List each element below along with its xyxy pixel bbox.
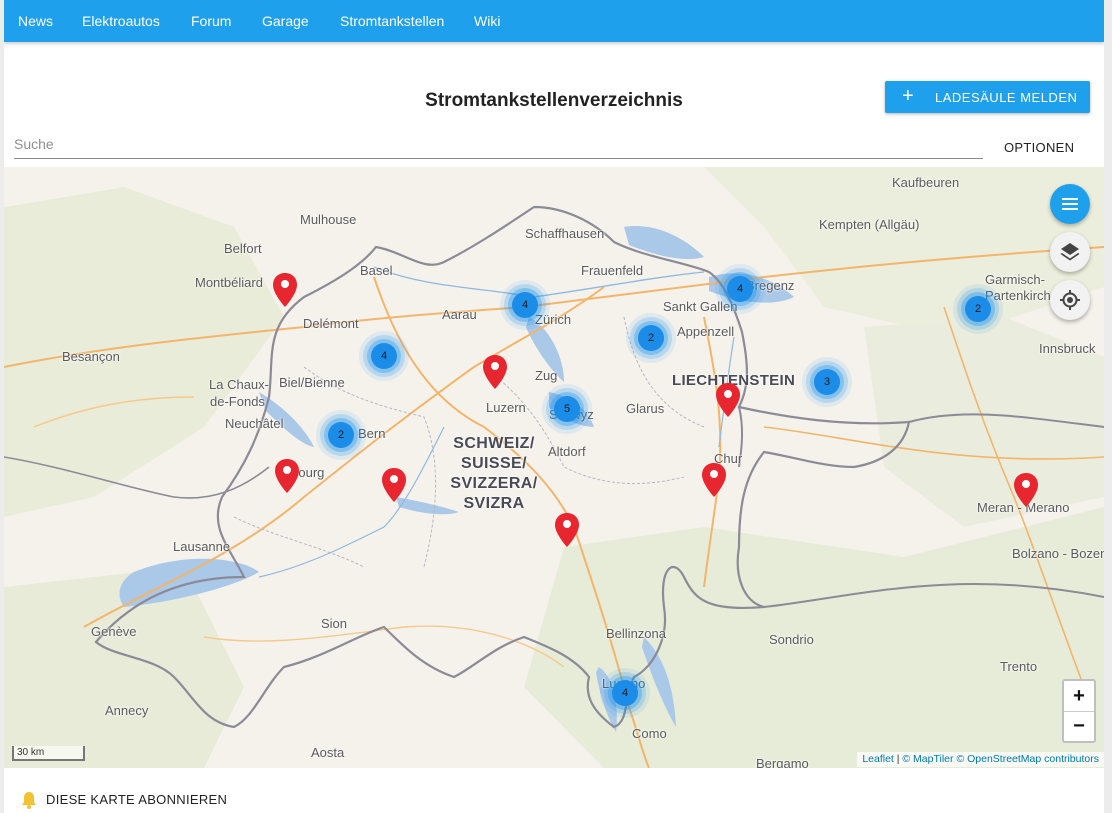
osm-link[interactable]: © OpenStreetMap contributors xyxy=(956,753,1099,765)
map-label-frauenfeld: Frauenfeld xyxy=(581,263,644,278)
map-label-aosta: Aosta xyxy=(311,745,345,760)
map-label-country: SCHWEIZ/ SUISSE/ SVIZZERA/ SVIZRA xyxy=(444,434,544,514)
report-button-label: LADESÄULE MELDEN xyxy=(935,90,1078,105)
nav-item-elektroautos[interactable]: Elektroautos xyxy=(82,0,160,42)
map-label-bern: Bern xyxy=(358,426,386,441)
nav-item-forum[interactable]: Forum xyxy=(191,0,231,42)
country-label-line: SUISSE/ xyxy=(461,455,527,472)
country-label-line: SVIZZERA/ xyxy=(450,475,538,492)
map-label-besancon: Besançon xyxy=(62,349,120,364)
map-label-schaffhausen: Schaffhausen xyxy=(525,226,605,241)
map-attribution: Leaflet | © MapTiler © OpenStreetMap con… xyxy=(857,752,1104,767)
map-label-annecy: Annecy xyxy=(105,703,149,718)
search-input[interactable] xyxy=(14,130,983,159)
report-charging-station-button[interactable]: + LADESÄULE MELDEN xyxy=(885,81,1090,113)
map-label-trento: Trento xyxy=(1000,659,1038,674)
station-marker-icon[interactable] xyxy=(381,467,407,503)
map-label-delemont: Delémont xyxy=(303,316,359,331)
cluster-marker-bern[interactable]: 2 xyxy=(328,422,354,448)
subscribe-label: DIESE KARTE ABONNIEREN xyxy=(46,792,228,807)
map-label-altdorf: Altdorf xyxy=(548,444,586,459)
zoom-control: + − xyxy=(1062,679,1096,743)
map-label-appenzell: Appenzell xyxy=(677,324,735,339)
map-label-bergamo: Bergamo xyxy=(756,756,809,768)
page-title: Stromtankstellenverzeichnis xyxy=(425,90,683,111)
top-navigation: News Elektroautos Forum Garage Stromtank… xyxy=(4,0,1104,42)
map-label-como: Como xyxy=(632,726,667,741)
map-layers-button[interactable] xyxy=(1050,232,1090,272)
map-label-sankt-gallen: Sankt Gallen xyxy=(663,299,738,314)
bell-icon xyxy=(22,792,36,809)
map-label-mulhouse: Mulhouse xyxy=(300,212,357,227)
zoom-in-button[interactable]: + xyxy=(1064,681,1094,712)
nav-item-stromtankstellen[interactable]: Stromtankstellen xyxy=(340,0,444,42)
map-label-glarus: Glarus xyxy=(626,401,665,416)
cluster-marker-garmisch[interactable]: 2 xyxy=(965,296,991,322)
nav-item-wiki[interactable]: Wiki xyxy=(474,0,500,42)
map-label-de-fonds: de-Fonds xyxy=(210,394,265,409)
station-marker-icon[interactable] xyxy=(274,458,300,494)
map-label-sion: Sion xyxy=(321,616,348,631)
app-frame: News Elektroautos Forum Garage Stromtank… xyxy=(4,0,1104,813)
map-label-kaufbeuren: Kaufbeuren xyxy=(892,175,960,190)
country-label-line: SCHWEIZ/ xyxy=(453,435,535,452)
cluster-marker-delemont[interactable]: 4 xyxy=(371,343,397,369)
cluster-marker-schwyz[interactable]: 5 xyxy=(554,396,580,422)
zoom-out-button[interactable]: − xyxy=(1064,711,1094,741)
map-label-kempten: Kempten (Allgäu) xyxy=(819,217,920,232)
map-base-layer xyxy=(4,167,1104,768)
map-label-bolzano: Bolzano - Bozen xyxy=(1012,546,1104,561)
maptiler-link[interactable]: © MapTiler xyxy=(902,753,953,765)
map-label-lausanne: Lausanne xyxy=(173,539,231,554)
station-marker-icon[interactable] xyxy=(701,462,727,498)
leaflet-link[interactable]: Leaflet xyxy=(862,753,894,765)
cluster-marker-lugano[interactable]: 4 xyxy=(612,680,638,706)
map-label-montbeliard: Montbéliard xyxy=(195,275,263,290)
plus-icon: + xyxy=(902,85,915,107)
map-menu-button[interactable] xyxy=(1050,184,1090,224)
menu-icon xyxy=(1062,198,1078,210)
map-label-basel: Basel xyxy=(360,263,393,278)
scale-bar: 30 km xyxy=(12,746,85,761)
map-view[interactable]: Kaufbeuren Mulhouse Schaffhausen Kempten… xyxy=(4,167,1104,768)
map-label-bregenz: Bregenz xyxy=(746,278,795,293)
cluster-marker-bregenz[interactable]: 4 xyxy=(727,276,753,302)
map-label-aarau: Aarau xyxy=(442,307,477,322)
map-label-garmisch: Garmisch- xyxy=(985,272,1045,287)
map-label-zurich: Zürich xyxy=(535,312,572,327)
options-button[interactable]: OPTIONEN xyxy=(1004,140,1074,155)
map-label-geneve: Genève xyxy=(91,624,137,639)
station-marker-icon[interactable] xyxy=(554,512,580,548)
map-label-innsbruck: Innsbruck xyxy=(1039,341,1096,356)
nav-item-garage[interactable]: Garage xyxy=(262,0,309,42)
station-marker-icon[interactable] xyxy=(1013,472,1039,508)
map-label-neuchatel: Neuchâtel xyxy=(225,416,284,431)
map-label-biel: Biel/Bienne xyxy=(279,375,345,390)
map-label-belfort: Belfort xyxy=(224,241,262,256)
cluster-marker-liechtenstein[interactable]: 3 xyxy=(814,369,840,395)
map-locate-button[interactable] xyxy=(1050,280,1090,320)
map-label-sondrio: Sondrio xyxy=(769,632,814,647)
map-label-luzern: Luzern xyxy=(486,400,526,415)
cluster-marker-zurich[interactable]: 4 xyxy=(512,292,538,318)
map-label-la-chaux: La Chaux- xyxy=(209,377,269,392)
station-marker-icon[interactable] xyxy=(482,354,508,390)
map-label-bellinzona: Bellinzona xyxy=(606,626,666,641)
cluster-marker-sankt-gallen[interactable]: 2 xyxy=(638,325,664,351)
layers-icon xyxy=(1060,243,1080,261)
station-marker-icon[interactable] xyxy=(272,272,298,308)
map-label-zug: Zug xyxy=(535,368,558,383)
station-marker-icon[interactable] xyxy=(715,382,741,418)
locate-icon xyxy=(1060,290,1080,310)
country-label-line: SVIZRA xyxy=(463,495,525,512)
nav-item-news[interactable]: News xyxy=(18,0,53,42)
